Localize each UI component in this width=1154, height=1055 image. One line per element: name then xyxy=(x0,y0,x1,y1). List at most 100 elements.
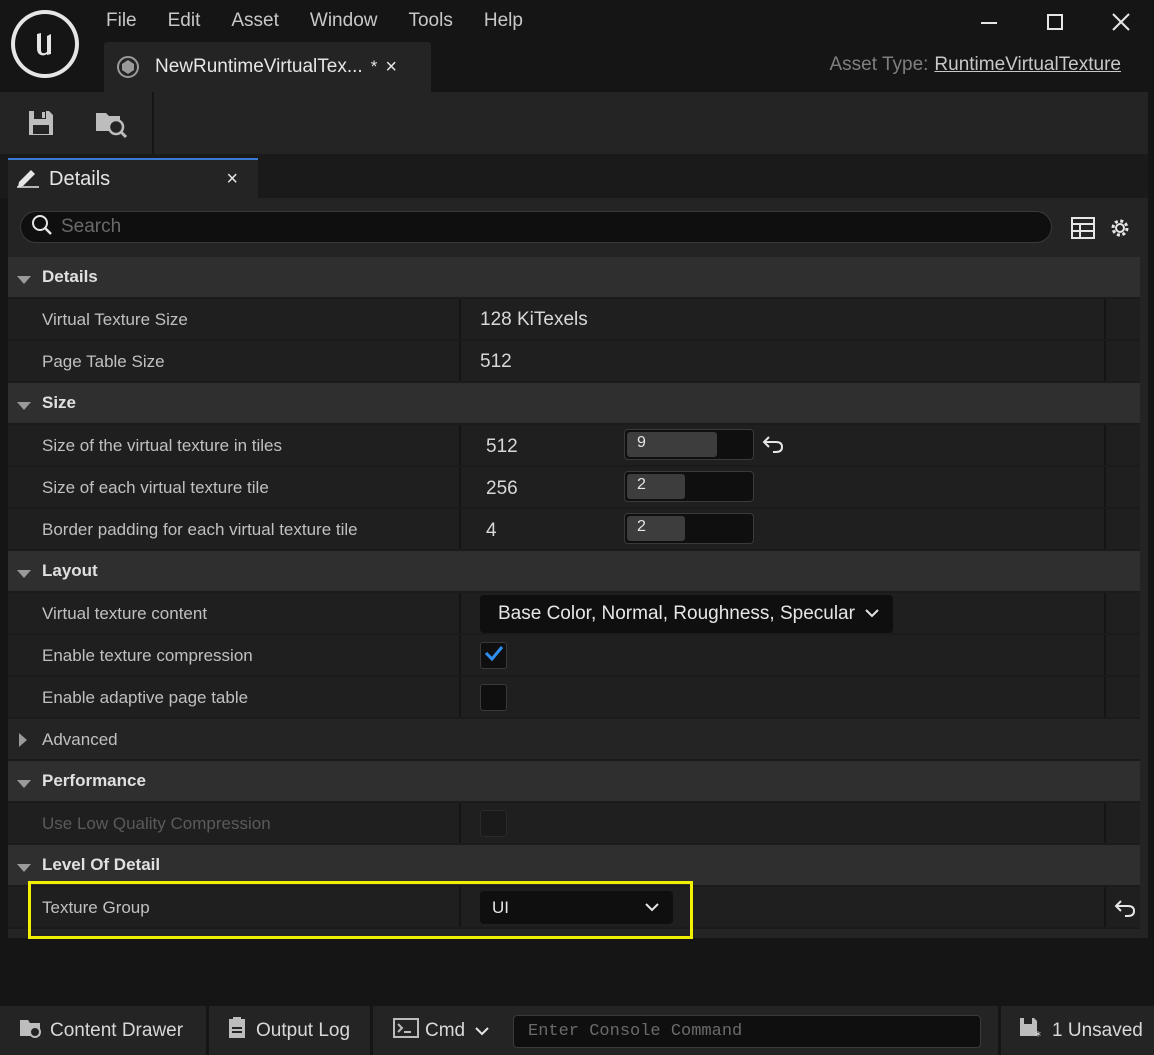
cmd-label: Cmd xyxy=(425,1020,466,1041)
tiles-slider[interactable]: 9 xyxy=(624,429,754,460)
virtual-texture-content-dropdown[interactable]: Base Color, Normal, Roughness, Specular xyxy=(480,595,893,633)
close-icon[interactable] xyxy=(1088,0,1154,44)
property-name: Virtual texture content xyxy=(42,604,208,623)
reset-to-default-icon[interactable] xyxy=(762,435,784,458)
output-log-button[interactable]: Output Log xyxy=(227,1006,350,1055)
column-splitter[interactable] xyxy=(459,467,461,507)
border-padding-slider[interactable]: 2 xyxy=(624,513,754,544)
output-log-label: Output Log xyxy=(256,1020,351,1041)
dropdown-value: UI xyxy=(492,897,509,917)
asset-document-tab[interactable]: NewRuntimeVirtualTex... * × xyxy=(104,42,431,92)
browse-to-asset-icon[interactable] xyxy=(92,104,130,142)
property-name: Use Low Quality Compression xyxy=(42,814,271,833)
column-splitter[interactable] xyxy=(459,509,461,549)
column-divider xyxy=(1104,299,1106,339)
adaptive-page-table-checkbox[interactable] xyxy=(480,684,507,711)
menu-help[interactable]: Help xyxy=(484,8,523,34)
border-padding-computed-value: 4 xyxy=(486,520,497,541)
settings-gear-icon[interactable] xyxy=(1107,215,1133,241)
unsaved-label: 1 Unsaved xyxy=(1052,1020,1143,1041)
tiles-computed-value: 512 xyxy=(486,436,518,457)
search-bar xyxy=(20,211,1052,243)
column-splitter[interactable] xyxy=(459,677,461,717)
column-splitter[interactable] xyxy=(459,635,461,675)
asset-type-label: Asset Type: xyxy=(829,54,929,75)
tab-label: NewRuntimeVirtualTex... xyxy=(155,56,363,77)
property-row: Use Low Quality Compression xyxy=(8,803,1140,845)
console-command-input[interactable] xyxy=(514,1016,980,1047)
terminal-icon xyxy=(393,1017,419,1045)
category-label: Size xyxy=(42,393,77,412)
texture-group-dropdown[interactable]: UI xyxy=(480,891,673,924)
category-details[interactable]: Details xyxy=(8,257,1140,299)
tab-details-label: Details xyxy=(49,167,111,190)
column-splitter[interactable] xyxy=(459,593,461,633)
texture-compression-checkbox[interactable] xyxy=(480,642,507,669)
tab-details[interactable]: Details × xyxy=(8,158,258,198)
maximize-icon[interactable] xyxy=(1022,0,1088,44)
unreal-logo-icon[interactable] xyxy=(11,10,79,78)
status-separator xyxy=(370,1006,373,1055)
menu-asset[interactable]: Asset xyxy=(231,8,279,34)
menu-bar: File Edit Asset Window Tools Help xyxy=(106,8,554,34)
advanced-label: Advanced xyxy=(42,730,118,749)
property-row: Page Table Size 512 xyxy=(8,341,1140,383)
search-input[interactable] xyxy=(61,216,961,238)
category-size[interactable]: Size xyxy=(8,383,1140,425)
column-divider xyxy=(1104,425,1106,465)
content-drawer-button[interactable]: Content Drawer xyxy=(18,1006,183,1055)
column-splitter[interactable] xyxy=(459,341,461,381)
cmd-selector[interactable]: Cmd xyxy=(393,1006,489,1055)
tab-details-close[interactable]: × xyxy=(226,168,238,191)
column-splitter[interactable] xyxy=(459,425,461,465)
column-divider xyxy=(1104,593,1106,633)
column-splitter[interactable] xyxy=(459,803,461,843)
column-divider xyxy=(1104,509,1106,549)
unsaved-button[interactable]: * 1 Unsaved xyxy=(1018,1006,1143,1055)
status-separator xyxy=(998,1006,1001,1055)
column-divider xyxy=(1104,677,1106,717)
chevron-down-icon xyxy=(475,1020,489,1042)
checkmark-icon xyxy=(484,645,504,666)
reset-to-default-icon[interactable] xyxy=(1114,899,1136,922)
advanced-group[interactable]: Advanced xyxy=(8,719,1140,761)
menu-window[interactable]: Window xyxy=(310,8,378,34)
column-divider xyxy=(1104,635,1106,675)
category-label: Performance xyxy=(42,771,146,790)
tab-close-button[interactable]: × xyxy=(385,56,397,79)
column-divider xyxy=(1104,467,1106,507)
property-row: Enable texture compression xyxy=(8,635,1140,677)
property-row: Size of each virtual texture tile 256 2 xyxy=(8,467,1140,509)
expanded-arrow-icon xyxy=(16,860,32,878)
menu-file[interactable]: File xyxy=(106,8,137,34)
unsaved-indicator: * xyxy=(370,57,378,76)
chevron-down-icon xyxy=(645,899,659,917)
menu-tools[interactable]: Tools xyxy=(408,8,452,34)
category-level-of-detail[interactable]: Level Of Detail xyxy=(8,845,1140,887)
asset-type-link[interactable]: RuntimeVirtualTexture xyxy=(934,54,1121,75)
minimize-icon[interactable] xyxy=(956,0,1022,44)
column-divider xyxy=(1104,341,1106,381)
property-matrix-icon[interactable] xyxy=(1070,215,1096,241)
menu-edit[interactable]: Edit xyxy=(168,8,201,34)
column-splitter[interactable] xyxy=(459,887,461,927)
status-separator xyxy=(206,1006,209,1055)
column-splitter[interactable] xyxy=(459,299,461,339)
property-row: Border padding for each virtual texture … xyxy=(8,509,1140,551)
property-row: Size of the virtual texture in tiles 512… xyxy=(8,425,1140,467)
property-name: Size of each virtual texture tile xyxy=(42,478,269,497)
tile-size-slider[interactable]: 2 xyxy=(624,471,754,502)
property-name: Size of the virtual texture in tiles xyxy=(42,436,283,455)
output-log-icon xyxy=(227,1016,247,1046)
category-layout[interactable]: Layout xyxy=(8,551,1140,593)
collapsed-arrow-icon xyxy=(18,732,28,753)
asset-type-info: Asset Type: RuntimeVirtualTexture xyxy=(829,54,1121,76)
slider-value: 2 xyxy=(637,476,646,493)
save-icon[interactable] xyxy=(22,104,60,142)
slider-value: 9 xyxy=(637,434,646,451)
column-divider xyxy=(1104,803,1106,843)
category-performance[interactable]: Performance xyxy=(8,761,1140,803)
page-table-size-value: 512 xyxy=(480,351,512,372)
slider-value: 2 xyxy=(637,518,646,535)
property-list: Details Virtual Texture Size 128 KiTexel… xyxy=(8,257,1140,929)
